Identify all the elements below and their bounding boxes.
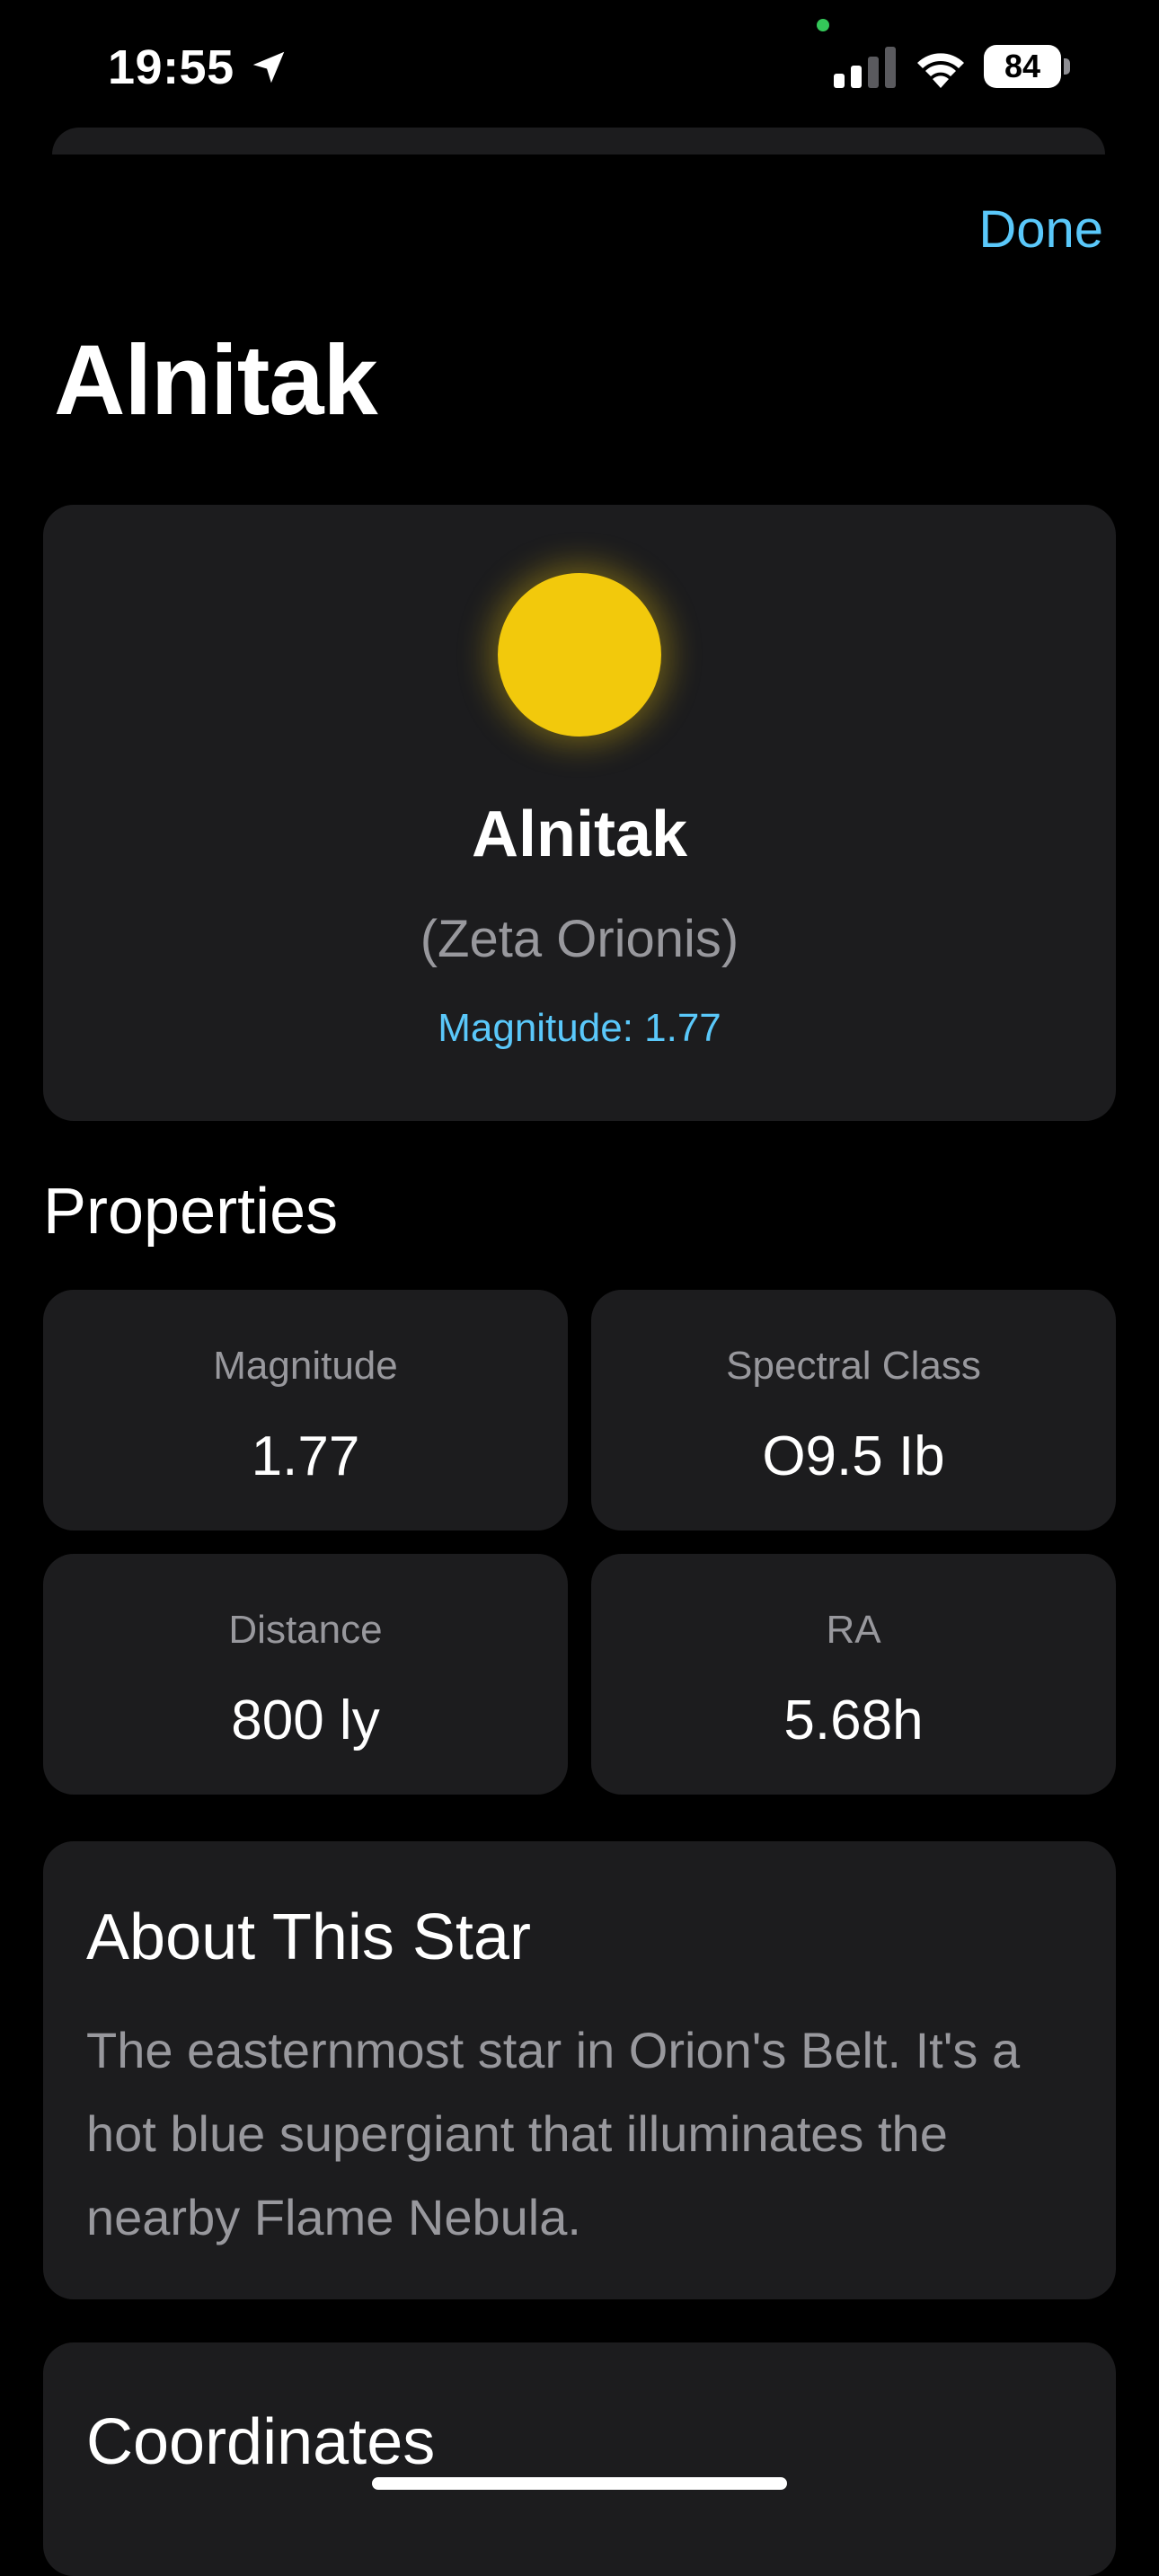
done-button[interactable]: Done bbox=[978, 199, 1103, 260]
property-value: 1.77 bbox=[251, 1425, 360, 1487]
star-hero-card: Alnitak (Zeta Orionis) Magnitude: 1.77 bbox=[43, 505, 1116, 1121]
about-text: The easternmost star in Orion's Belt. It… bbox=[86, 2022, 1021, 2245]
star-magnitude: Magnitude: 1.77 bbox=[438, 1006, 721, 1050]
battery-icon: 84 bbox=[984, 45, 1070, 88]
star-name: Alnitak bbox=[471, 798, 688, 870]
home-indicator[interactable] bbox=[372, 2477, 787, 2490]
privacy-indicator-dot bbox=[817, 19, 829, 31]
page-title: Alnitak bbox=[54, 325, 378, 436]
status-bar: 19:55 84 bbox=[0, 0, 1159, 135]
property-card-magnitude: Magnitude 1.77 bbox=[43, 1290, 568, 1531]
about-title: About This Star bbox=[86, 1901, 531, 1973]
status-time: 19:55 bbox=[108, 40, 234, 94]
about-card: About This Star The easternmost star in … bbox=[43, 1841, 1116, 2299]
property-value: 800 ly bbox=[231, 1689, 380, 1751]
battery-level: 84 bbox=[984, 45, 1061, 88]
background-sheet bbox=[52, 128, 1105, 154]
star-icon bbox=[498, 573, 661, 737]
location-arrow-icon bbox=[252, 51, 285, 84]
property-card-ra: RA 5.68h bbox=[591, 1554, 1116, 1795]
properties-title: Properties bbox=[43, 1176, 339, 1248]
property-card-spectral-class: Spectral Class O9.5 Ib bbox=[591, 1290, 1116, 1531]
star-alt-name: (Zeta Orionis) bbox=[420, 910, 739, 968]
coordinates-card: Coordinates bbox=[43, 2342, 1116, 2576]
battery-cap bbox=[1064, 58, 1070, 75]
property-label: Distance bbox=[228, 1608, 383, 1652]
property-value: O9.5 Ib bbox=[762, 1425, 945, 1487]
property-card-distance: Distance 800 ly bbox=[43, 1554, 568, 1795]
property-value: 5.68h bbox=[783, 1689, 924, 1751]
cellular-signal-icon bbox=[834, 47, 896, 88]
wifi-icon bbox=[917, 53, 964, 88]
coordinates-title: Coordinates bbox=[86, 2406, 436, 2478]
property-label: Spectral Class bbox=[726, 1344, 981, 1388]
property-label: RA bbox=[826, 1608, 881, 1652]
property-label: Magnitude bbox=[213, 1344, 398, 1388]
